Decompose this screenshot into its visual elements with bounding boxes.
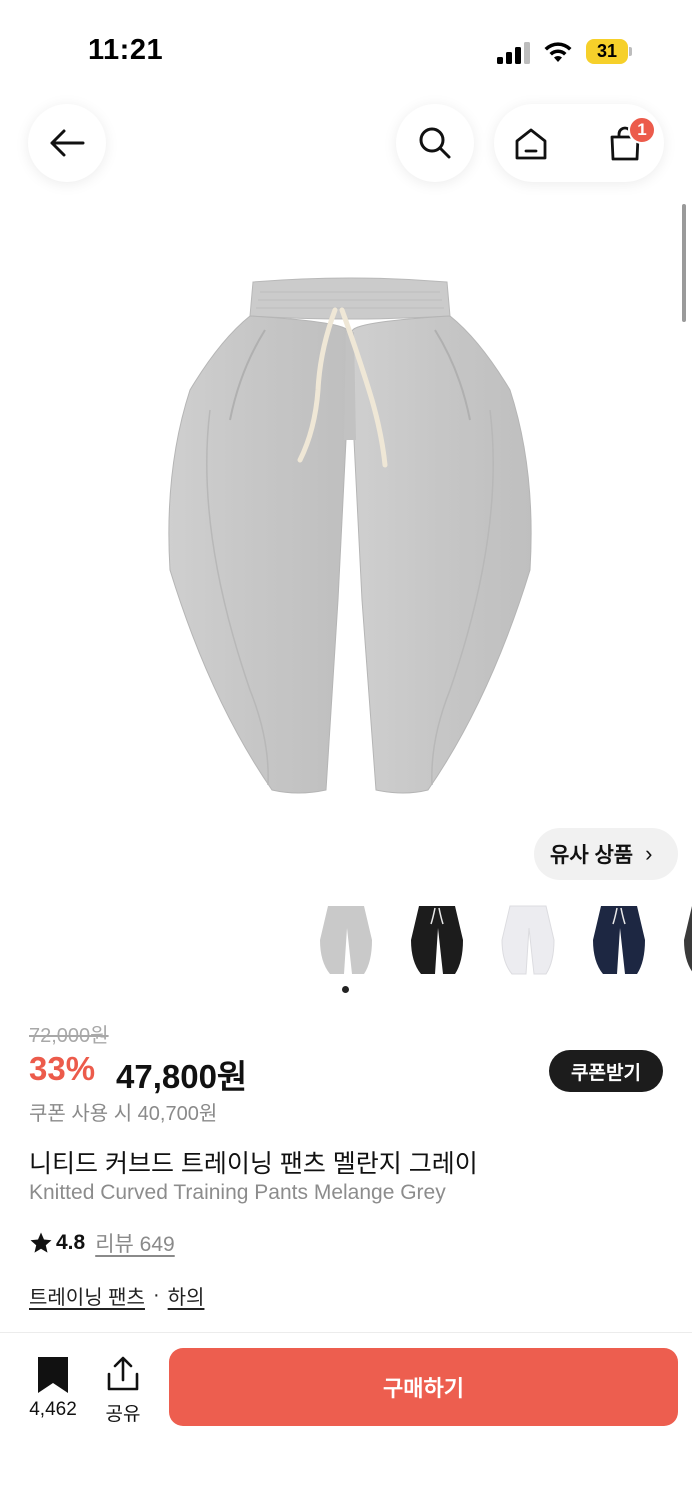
scroll-indicator[interactable] (682, 204, 686, 322)
similar-products-label: 유사 상품 (550, 844, 634, 867)
original-price: 72,000원 (29, 1025, 109, 1047)
divider (0, 1332, 692, 1333)
bookmark-icon (38, 1357, 68, 1393)
status-bar: 11:21 31 (0, 0, 692, 100)
category-link-training-pants[interactable]: 트레이닝 팬츠 (29, 1281, 145, 1310)
buy-button[interactable]: 구매하기 (169, 1348, 678, 1426)
search-button[interactable] (396, 104, 474, 182)
product-title-english: Knitted Curved Training Pants Melange Gr… (29, 1181, 446, 1204)
review-link[interactable]: 리뷰 649 (95, 1228, 175, 1258)
share-button[interactable]: 공유 (100, 1354, 146, 1425)
product-image[interactable] (150, 270, 550, 830)
status-time: 11:21 (88, 34, 164, 66)
coupon-button[interactable]: 쿠폰받기 (549, 1050, 663, 1092)
cellular-signal-icon (497, 42, 530, 64)
thumbnail-grey[interactable] (306, 900, 386, 980)
share-label: 공유 (105, 1404, 141, 1425)
search-icon (419, 127, 451, 159)
home-icon (515, 128, 547, 160)
battery-level: 31 (586, 39, 628, 64)
rating-row: 4.8 리뷰 649 (29, 1228, 175, 1258)
cart-badge: 1 (628, 116, 656, 144)
similar-products-button[interactable]: 유사 상품 › (534, 828, 678, 880)
thumbnail-white[interactable] (488, 900, 568, 980)
discount-rate: 33% (29, 1050, 96, 1087)
thumbnail-page-indicator (342, 986, 349, 993)
color-thumbnails (306, 900, 692, 980)
sale-price: 47,800원 (116, 1058, 248, 1095)
battery-tip (629, 47, 632, 56)
thumbnail-navy[interactable] (579, 900, 659, 980)
share-icon (107, 1356, 139, 1391)
wifi-icon (544, 42, 572, 62)
star-icon (30, 1232, 52, 1253)
category-link-bottoms[interactable]: 하의 (168, 1281, 205, 1310)
arrow-left-icon (50, 129, 85, 157)
back-button[interactable] (28, 104, 106, 182)
product-title: 니티드 커브드 트레이닝 팬츠 멜란지 그레이 (29, 1150, 478, 1178)
thumbnail-black[interactable] (397, 900, 477, 980)
home-button[interactable] (508, 121, 554, 167)
bookmark-count: 4,462 (29, 1399, 77, 1420)
thumbnail-charcoal[interactable] (670, 900, 692, 980)
battery-icon: 31 (586, 39, 632, 64)
chevron-right-icon: › (645, 841, 653, 866)
category-separator: · (152, 1284, 160, 1306)
nav-actions: 1 (494, 104, 664, 182)
bookmark-button[interactable]: 4,462 (22, 1354, 84, 1424)
rating-value: 4.8 (56, 1231, 86, 1254)
breadcrumb: 트레이닝 팬츠 · 하의 (29, 1281, 204, 1310)
coupon-price: 쿠폰 사용 시 40,700원 (29, 1103, 218, 1125)
